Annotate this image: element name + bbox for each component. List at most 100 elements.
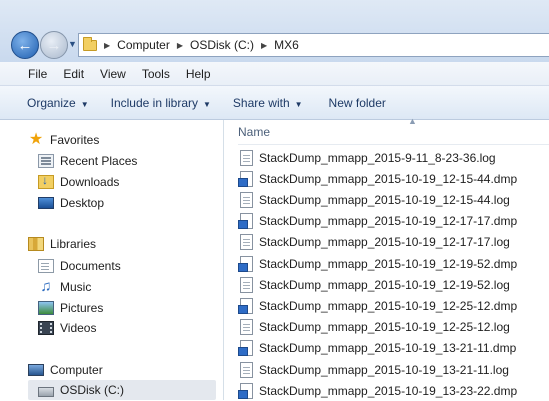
file-name: StackDump_mmapp_2015-10-19_12-17-17.log — [259, 235, 510, 250]
column-header-row: Name ▲ — [238, 116, 549, 145]
nav-computer[interactable]: Computer — [28, 360, 103, 380]
file-name: StackDump_mmapp_2015-10-19_12-17-17.dmp — [259, 214, 518, 229]
menu-view[interactable]: View — [92, 67, 134, 81]
dump-file-icon — [238, 340, 253, 357]
nav-downloads-label: Downloads — [60, 175, 120, 189]
nav-osdisk-label: OSDisk (C:) — [60, 383, 124, 397]
navigation-pane: ★ Favorites Recent Places Downloads Desk… — [0, 120, 224, 400]
dump-file-icon — [238, 297, 253, 314]
recent-places-icon — [38, 154, 54, 168]
music-icon: ♫ — [40, 278, 52, 295]
file-name: StackDump_mmapp_2015-10-19_12-15-44.log — [259, 192, 510, 207]
nav-pictures-label: Pictures — [60, 301, 104, 315]
recent-pages-dropdown[interactable]: ▼ — [68, 39, 77, 49]
videos-icon — [38, 321, 54, 335]
nav-desktop-label: Desktop — [60, 196, 105, 210]
organize-label: Organize — [27, 95, 76, 110]
desktop-icon — [38, 197, 54, 209]
file-name: StackDump_mmapp_2015-10-19_13-21-11.dmp — [259, 341, 517, 356]
include-in-library-label: Include in library — [110, 95, 198, 110]
file-row[interactable]: StackDump_mmapp_2015-9-11_8-23-36.log — [240, 147, 496, 168]
chevron-right-icon[interactable]: ▶ — [104, 41, 110, 50]
back-arrow-icon: ← — [17, 36, 33, 54]
file-row[interactable]: StackDump_mmapp_2015-10-19_12-15-44.log — [240, 189, 510, 210]
title-bar: ← → ▼ ▶ Computer ▶ OSDisk (C:) ▶ MX6 — [0, 0, 549, 62]
nav-recent-places[interactable]: Recent Places — [38, 151, 137, 171]
menu-bar: File Edit View Tools Help — [0, 62, 549, 86]
menu-help[interactable]: Help — [178, 67, 219, 81]
new-folder-label: New folder — [328, 95, 386, 110]
file-row[interactable]: StackDump_mmapp_2015-10-19_12-19-52.log — [240, 274, 510, 295]
nav-libraries[interactable]: Libraries — [28, 234, 96, 254]
log-file-icon — [240, 191, 253, 208]
log-file-icon — [240, 276, 253, 293]
log-file-icon — [240, 319, 253, 336]
nav-videos-label: Videos — [60, 321, 97, 335]
sort-ascending-icon: ▲ — [408, 116, 417, 126]
nav-music[interactable]: ♫ Music — [38, 277, 91, 297]
downloads-icon — [38, 173, 54, 189]
file-row[interactable]: StackDump_mmapp_2015-10-19_12-17-17.log — [240, 232, 510, 253]
breadcrumb-computer[interactable]: Computer — [117, 38, 170, 52]
log-file-icon — [240, 149, 253, 166]
nav-downloads[interactable]: Downloads — [38, 172, 119, 192]
file-name: StackDump_mmapp_2015-9-11_8-23-36.log — [259, 150, 496, 165]
nav-documents[interactable]: Documents — [38, 256, 121, 276]
nav-libraries-label: Libraries — [50, 237, 97, 251]
new-folder-button[interactable]: New folder — [329, 96, 386, 110]
file-name: StackDump_mmapp_2015-10-19_12-25-12.dmp — [259, 298, 518, 313]
file-row[interactable]: StackDump_mmapp_2015-10-19_12-15-44.dmp — [238, 168, 518, 189]
organize-button[interactable]: Organize ▼ — [27, 96, 89, 110]
nav-desktop[interactable]: Desktop — [38, 193, 104, 213]
chevron-down-icon: ▼ — [203, 99, 211, 109]
file-row[interactable]: StackDump_mmapp_2015-10-19_13-21-11.dmp — [238, 338, 517, 359]
chevron-down-icon: ▼ — [80, 99, 89, 109]
file-row[interactable]: StackDump_mmapp_2015-10-19_12-25-12.dmp — [238, 295, 518, 316]
menu-tools[interactable]: Tools — [134, 67, 178, 81]
dump-file-icon — [238, 213, 253, 230]
breadcrumb-osdisk[interactable]: OSDisk (C:) — [190, 38, 254, 52]
file-name: StackDump_mmapp_2015-10-19_13-23-22.dmp — [259, 383, 518, 398]
computer-icon — [28, 364, 44, 376]
file-row[interactable]: StackDump_mmapp_2015-10-19_13-21-11.log — [240, 359, 509, 380]
log-file-icon — [240, 361, 253, 378]
file-name: StackDump_mmapp_2015-10-19_12-19-52.log — [259, 277, 510, 292]
menu-file[interactable]: File — [20, 67, 55, 81]
file-row[interactable]: StackDump_mmapp_2015-10-19_12-25-12.log — [240, 317, 510, 338]
nav-videos[interactable]: Videos — [38, 318, 96, 338]
forward-arrow-icon: → — [46, 36, 62, 54]
file-name: StackDump_mmapp_2015-10-19_12-15-44.dmp — [259, 171, 518, 186]
log-file-icon — [240, 234, 253, 251]
file-name: StackDump_mmapp_2015-10-19_12-25-12.log — [259, 320, 510, 335]
file-row[interactable]: StackDump_mmapp_2015-10-19_12-19-52.dmp — [238, 253, 517, 274]
command-bar: Organize ▼ Include in library ▼ Share with… — [0, 86, 549, 120]
folder-icon — [83, 36, 97, 51]
back-button[interactable]: ← — [11, 31, 39, 59]
file-row[interactable]: StackDump_mmapp_2015-10-19_12-17-17.dmp — [238, 211, 518, 232]
file-name: StackDump_mmapp_2015-10-19_13-21-11.log — [259, 362, 509, 377]
drive-icon — [38, 386, 54, 397]
star-icon: ★ — [28, 131, 44, 148]
nav-favorites-label: Favorites — [50, 133, 100, 147]
nav-osdisk[interactable]: OSDisk (C:) — [28, 380, 216, 400]
breadcrumb-mx6[interactable]: MX6 — [274, 38, 299, 52]
nav-documents-label: Documents — [60, 259, 121, 273]
column-name-header[interactable]: Name — [238, 125, 270, 139]
file-list-pane: Name ▲ StackDump_mmapp_2015-9-11_8-23-36… — [224, 116, 549, 401]
dump-file-icon — [238, 170, 253, 187]
nav-favorites[interactable]: ★ Favorites — [28, 130, 100, 150]
nav-computer-label: Computer — [50, 363, 103, 377]
chevron-right-icon[interactable]: ▶ — [261, 41, 267, 50]
share-with-label: Share with — [232, 95, 290, 110]
nav-pictures[interactable]: Pictures — [38, 298, 103, 318]
forward-button[interactable]: → — [40, 31, 68, 59]
dump-file-icon — [238, 382, 253, 399]
menu-edit[interactable]: Edit — [55, 67, 92, 81]
chevron-right-icon[interactable]: ▶ — [177, 41, 183, 50]
share-with-button[interactable]: Share with ▼ — [233, 96, 303, 110]
libraries-icon — [28, 237, 44, 251]
address-bar[interactable]: ▶ Computer ▶ OSDisk (C:) ▶ MX6 — [78, 33, 549, 57]
file-row[interactable]: StackDump_mmapp_2015-10-19_13-23-22.dmp — [238, 380, 518, 401]
nav-recent-places-label: Recent Places — [60, 154, 138, 168]
include-in-library-button[interactable]: Include in library ▼ — [111, 96, 211, 110]
